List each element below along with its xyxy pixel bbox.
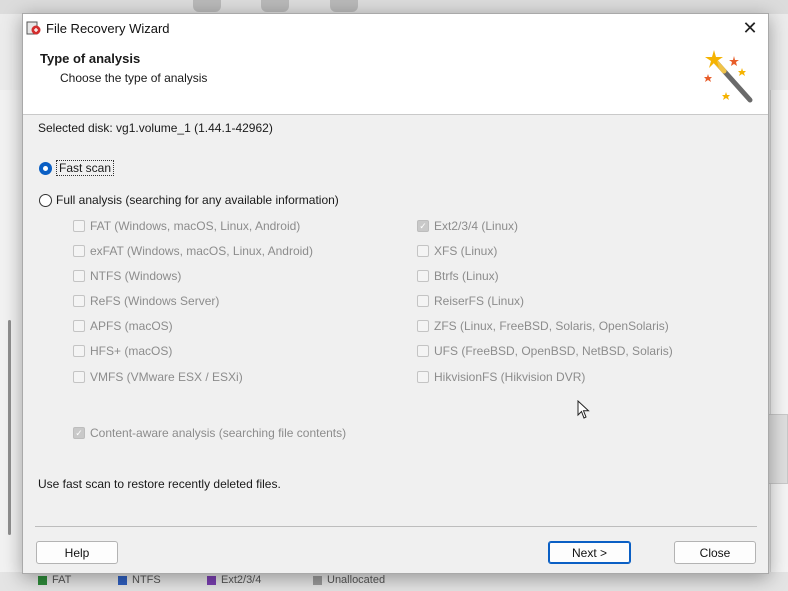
drive-icon xyxy=(261,0,289,12)
fast-scan-radio[interactable]: Fast scan xyxy=(39,160,115,176)
fs-label: Btrfs (Linux) xyxy=(434,269,499,283)
fs-label: Ext2/3/4 (Linux) xyxy=(434,219,519,233)
legend-item-fat: FAT xyxy=(38,574,71,586)
background-toolbar xyxy=(0,0,788,14)
legend-label: Ext2/3/4 xyxy=(221,574,262,586)
full-analysis-radio[interactable]: Full analysis (searching for any availab… xyxy=(39,193,339,207)
check-icon: ✓ xyxy=(419,220,427,231)
file-recovery-wizard-dialog: File Recovery Wizard ✕ Type of analysis … xyxy=(22,13,769,574)
fs-label: ReFS (Windows Server) xyxy=(90,294,220,308)
legend-item-ext: Ext2/3/4 xyxy=(207,574,261,586)
fs-label: HFS+ (macOS) xyxy=(90,344,173,358)
legend-item-ntfs: NTFS xyxy=(118,574,161,586)
checkbox[interactable] xyxy=(73,345,85,357)
fs-label: ReiserFS (Linux) xyxy=(434,294,525,308)
legend-label: Unallocated xyxy=(327,574,386,586)
checkbox-checked[interactable]: ✓ xyxy=(417,220,429,232)
checkbox[interactable] xyxy=(73,220,85,232)
checkbox[interactable] xyxy=(73,245,85,257)
full-analysis-label[interactable]: Full analysis (searching for any availab… xyxy=(56,193,339,207)
fs-checkbox-ntfs[interactable]: NTFS (Windows) xyxy=(73,269,181,283)
window-title: File Recovery Wizard xyxy=(46,21,170,36)
legend-swatch xyxy=(118,575,127,585)
fs-label: FAT (Windows, macOS, Linux, Android) xyxy=(90,219,301,233)
mouse-pointer-icon xyxy=(577,400,590,419)
fs-label: VMFS (VMware ESX / ESXi) xyxy=(90,370,243,384)
checkbox[interactable] xyxy=(417,345,429,357)
close-window-button[interactable]: ✕ xyxy=(732,14,768,42)
magic-wand-icon xyxy=(704,50,753,103)
fs-checkbox-reiserfs[interactable]: ReiserFS (Linux) xyxy=(417,294,524,308)
fs-label: exFAT (Windows, macOS, Linux, Android) xyxy=(90,244,313,258)
checkbox-checked[interactable]: ✓ xyxy=(73,427,85,439)
page-title: Type of analysis xyxy=(40,51,141,66)
fs-label: ZFS (Linux, FreeBSD, Solaris, OpenSolari… xyxy=(434,319,669,333)
fs-checkbox-ufs[interactable]: UFS (FreeBSD, OpenBSD, NetBSD, Solaris) xyxy=(417,344,673,358)
title-bar[interactable]: File Recovery Wizard ✕ xyxy=(23,14,768,42)
scan-hint-text: Use fast scan to restore recently delete… xyxy=(38,477,281,491)
radio-button-checked[interactable] xyxy=(39,161,52,175)
fs-checkbox-fat[interactable]: FAT (Windows, macOS, Linux, Android) xyxy=(73,219,300,233)
fs-label: HikvisionFS (Hikvision DVR) xyxy=(434,370,586,384)
footer-divider xyxy=(35,526,757,527)
next-button[interactable]: Next > xyxy=(548,541,631,564)
content-aware-label: Content-aware analysis (searching file c… xyxy=(90,426,347,440)
checkbox[interactable] xyxy=(417,245,429,257)
legend-item-unallocated: Unallocated xyxy=(313,574,385,586)
checkbox[interactable] xyxy=(417,320,429,332)
legend-swatch xyxy=(313,575,322,585)
fs-checkbox-vmfs[interactable]: VMFS (VMware ESX / ESXi) xyxy=(73,370,243,384)
fs-checkbox-refs[interactable]: ReFS (Windows Server) xyxy=(73,294,219,308)
file-recovery-app-icon xyxy=(26,21,41,35)
background-right-panel xyxy=(770,90,788,590)
checkbox[interactable] xyxy=(417,295,429,307)
fs-checkbox-exfat[interactable]: exFAT (Windows, macOS, Linux, Android) xyxy=(73,244,313,258)
fs-label: NTFS (Windows) xyxy=(90,269,182,283)
fs-label: APFS (macOS) xyxy=(90,319,173,333)
checkbox[interactable] xyxy=(73,295,85,307)
background-scrollbar xyxy=(8,320,11,535)
close-icon: ✕ xyxy=(742,17,758,38)
close-button[interactable]: Close xyxy=(674,541,756,564)
fs-checkbox-apfs[interactable]: APFS (macOS) xyxy=(73,319,173,333)
fs-label: XFS (Linux) xyxy=(434,244,498,258)
legend-swatch xyxy=(38,575,47,585)
checkbox[interactable] xyxy=(73,371,85,383)
help-button[interactable]: Help xyxy=(36,541,118,564)
legend-swatch xyxy=(207,575,216,585)
legend-label: FAT xyxy=(52,574,72,586)
fast-scan-label[interactable]: Fast scan xyxy=(56,160,115,176)
checkbox[interactable] xyxy=(73,270,85,282)
selected-disk-label: Selected disk: vg1.volume_1 (1.44.1-4296… xyxy=(38,121,273,135)
fs-checkbox-zfs[interactable]: ZFS (Linux, FreeBSD, Solaris, OpenSolari… xyxy=(417,319,669,333)
fs-checkbox-xfs[interactable]: XFS (Linux) xyxy=(417,244,497,258)
background-right-box xyxy=(768,414,788,484)
checkbox[interactable] xyxy=(417,270,429,282)
drive-icon xyxy=(330,0,358,12)
legend-label: NTFS xyxy=(132,574,161,586)
fs-checkbox-ext[interactable]: ✓ Ext2/3/4 (Linux) xyxy=(417,219,518,233)
checkbox[interactable] xyxy=(417,371,429,383)
fs-label: UFS (FreeBSD, OpenBSD, NetBSD, Solaris) xyxy=(434,344,673,358)
wizard-header: Type of analysis Choose the type of anal… xyxy=(23,42,768,115)
content-aware-checkbox[interactable]: ✓ Content-aware analysis (searching file… xyxy=(73,426,346,440)
checkbox[interactable] xyxy=(73,320,85,332)
background-legend: FAT NTFS Ext2/3/4 Unallocated xyxy=(0,572,788,591)
drive-icon xyxy=(193,0,221,12)
fs-checkbox-btrfs[interactable]: Btrfs (Linux) xyxy=(417,269,499,283)
check-icon: ✓ xyxy=(75,427,83,438)
radio-button-unchecked[interactable] xyxy=(39,193,52,207)
fs-checkbox-hfs[interactable]: HFS+ (macOS) xyxy=(73,344,172,358)
fs-checkbox-hikvisionfs[interactable]: HikvisionFS (Hikvision DVR) xyxy=(417,370,585,384)
background-left-panel xyxy=(0,90,22,590)
page-subtitle: Choose the type of analysis xyxy=(60,71,208,85)
